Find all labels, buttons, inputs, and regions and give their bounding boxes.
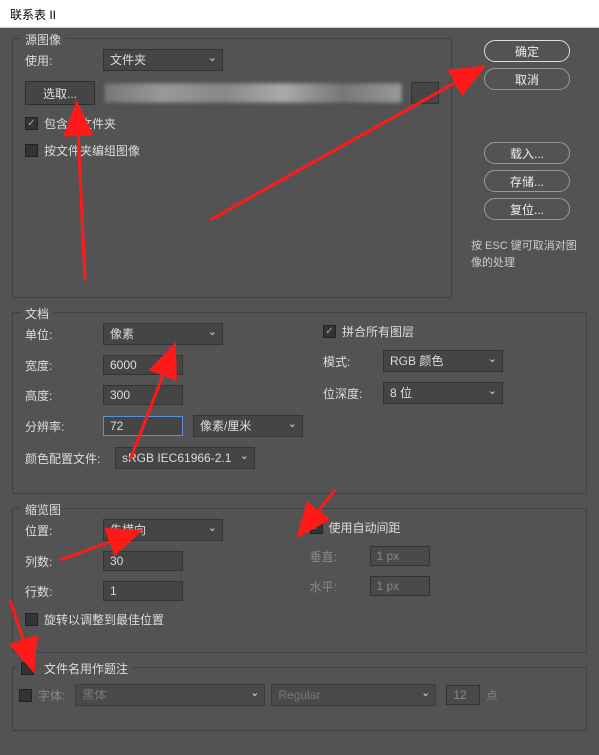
width-input[interactable] [103, 355, 183, 375]
res-label: 分辨率: [25, 418, 103, 435]
font-checkbox[interactable] [19, 689, 32, 702]
group-folder-label: 按文件夹编组图像 [44, 142, 140, 159]
vert-label: 垂直: [310, 548, 370, 565]
load-button[interactable]: 载入... [484, 142, 570, 164]
font-style-select: Regular [271, 684, 436, 706]
caption-group: 文件名用作题注 字体: 黑体 Regular 点 [12, 667, 587, 731]
pt-label: 点 [486, 687, 497, 703]
cols-label: 列数: [25, 553, 103, 570]
dialog-title: 联系表 II [0, 0, 599, 28]
height-label: 高度: [25, 387, 103, 404]
profile-select[interactable]: sRGB IEC61966-2.1 [115, 447, 255, 469]
include-sub-label: 包含子文件夹 [44, 115, 116, 132]
profile-label: 颜色配置文件: [25, 450, 115, 467]
unit-label: 单位: [25, 326, 103, 343]
horz-label: 水平: [310, 578, 370, 595]
height-input[interactable] [103, 385, 183, 405]
esc-note: 按 ESC 键可取消对图像的处理 [471, 238, 583, 271]
width-label: 宽度: [25, 357, 103, 374]
font-label: 字体: [38, 687, 65, 704]
place-select[interactable]: 先横向 [103, 519, 223, 541]
res-unit-select[interactable]: 像素/厘米 [193, 415, 303, 437]
rows-label: 行数: [25, 583, 103, 600]
flatten-label: 拼合所有图层 [342, 323, 414, 340]
horz-input [370, 576, 430, 596]
res-input[interactable] [103, 416, 183, 436]
use-label: 使用: [25, 52, 103, 69]
path-display [103, 82, 403, 104]
document-group: 文档 单位: 像素 宽度: 高度: 分辨率 [12, 312, 587, 494]
depth-label: 位深度: [323, 385, 383, 402]
source-group: 源图像 使用: 文件夹 选取... 包含子文件夹 按文件夹编组图像 [12, 38, 452, 298]
include-sub-checkbox[interactable] [25, 117, 38, 130]
document-title: 文档 [21, 305, 53, 322]
font-size-input [446, 685, 480, 705]
reset-button[interactable]: 复位... [484, 198, 570, 220]
thumb-group: 缩览图 位置: 先横向 列数: 行数: [12, 508, 587, 653]
place-label: 位置: [25, 522, 103, 539]
group-folder-checkbox[interactable] [25, 144, 38, 157]
use-select[interactable]: 文件夹 [103, 49, 223, 71]
rotate-label: 旋转以调整到最佳位置 [44, 611, 164, 628]
choose-button[interactable]: 选取... [25, 81, 95, 105]
depth-select[interactable]: 8 位 [383, 382, 503, 404]
source-title: 源图像 [21, 31, 65, 48]
cancel-button[interactable]: 取消 [484, 68, 570, 90]
mode-select[interactable]: RGB 颜色 [383, 350, 503, 372]
unit-select[interactable]: 像素 [103, 323, 223, 345]
cols-input[interactable] [103, 551, 183, 571]
rotate-checkbox[interactable] [25, 613, 38, 626]
ok-button[interactable]: 确定 [484, 40, 570, 62]
auto-spacing-checkbox[interactable] [310, 521, 323, 534]
path-browse[interactable] [411, 82, 439, 104]
rows-input[interactable] [103, 581, 183, 601]
auto-spacing-label: 使用自动间距 [329, 519, 401, 536]
font-select: 黑体 [75, 684, 265, 706]
mode-label: 模式: [323, 353, 383, 370]
caption-checkbox[interactable] [21, 662, 34, 675]
caption-title-wrap: 文件名用作题注 [17, 660, 132, 677]
caption-title: 文件名用作题注 [44, 660, 128, 677]
thumb-title: 缩览图 [21, 501, 65, 518]
save-button[interactable]: 存储... [484, 170, 570, 192]
vert-input [370, 546, 430, 566]
flatten-checkbox[interactable] [323, 325, 336, 338]
